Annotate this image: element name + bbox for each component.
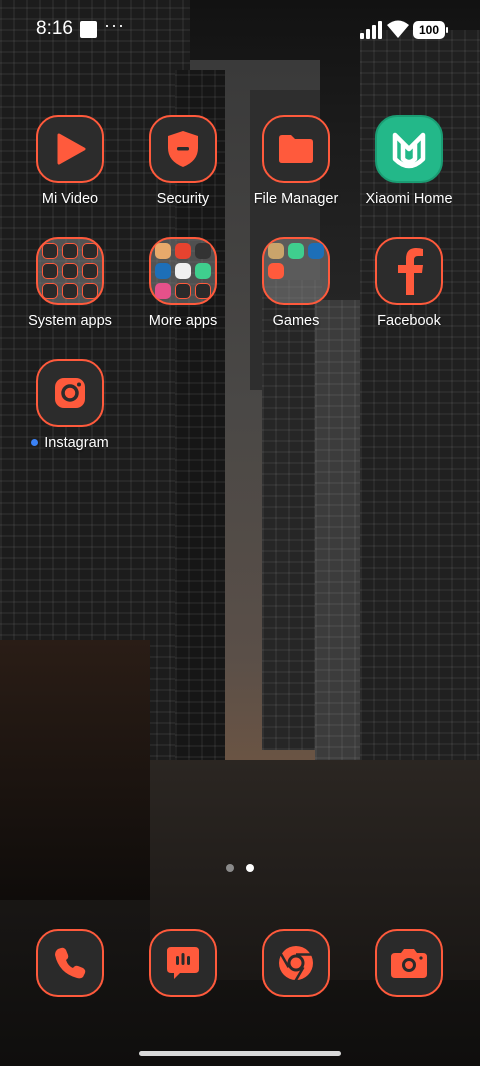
messages-icon <box>149 929 217 997</box>
app-label: Games <box>272 313 320 329</box>
app-label: System apps <box>28 313 112 329</box>
more-notifications-icon: ··· <box>104 15 125 35</box>
folder-icon <box>149 237 217 305</box>
folder-system-apps[interactable]: System apps <box>10 237 130 329</box>
folder-more-apps[interactable]: More apps <box>123 237 243 329</box>
app-label: Xiaomi Home <box>365 191 453 207</box>
folder-games[interactable]: Games <box>236 237 356 329</box>
play-icon <box>36 115 104 183</box>
dock-chrome[interactable] <box>236 929 356 997</box>
shield-icon <box>149 115 217 183</box>
app-label: Mi Video <box>41 191 99 207</box>
app-label: File Manager <box>253 191 339 207</box>
app-label: Security <box>156 191 210 207</box>
folder-icon <box>262 237 330 305</box>
instagram-icon <box>36 359 104 427</box>
facebook-icon <box>375 237 443 305</box>
app-label: More apps <box>148 313 218 329</box>
camera-icon <box>375 929 443 997</box>
chrome-icon <box>262 929 330 997</box>
app-mi-video[interactable]: Mi Video <box>10 115 130 207</box>
gesture-nav-bar[interactable] <box>139 1051 341 1056</box>
battery-icon: 100 <box>413 21 448 39</box>
notification-icon <box>80 21 97 38</box>
page-dot-1[interactable] <box>226 864 234 872</box>
signal-icon <box>360 21 382 39</box>
app-instagram[interactable]: Instagram <box>10 359 130 451</box>
page-dot-2-current[interactable] <box>246 864 254 872</box>
new-install-dot <box>31 438 39 446</box>
app-label: Instagram <box>10 435 130 451</box>
dock-camera[interactable] <box>349 929 469 997</box>
dock-messages[interactable] <box>123 929 243 997</box>
wifi-icon <box>387 20 409 38</box>
app-facebook[interactable]: Facebook <box>349 237 469 329</box>
status-time: 8:16 <box>36 18 73 39</box>
folder-icon <box>36 237 104 305</box>
xiaomi-home-icon <box>375 115 443 183</box>
phone-icon <box>36 929 104 997</box>
app-label: Facebook <box>377 313 441 329</box>
dock-phone[interactable] <box>10 929 130 997</box>
app-file-manager[interactable]: File Manager <box>236 115 356 207</box>
app-security[interactable]: Security <box>123 115 243 207</box>
app-xiaomi-home[interactable]: Xiaomi Home <box>349 115 469 207</box>
folder-icon <box>262 115 330 183</box>
status-bar: 8:16 ··· 100 <box>0 0 480 60</box>
